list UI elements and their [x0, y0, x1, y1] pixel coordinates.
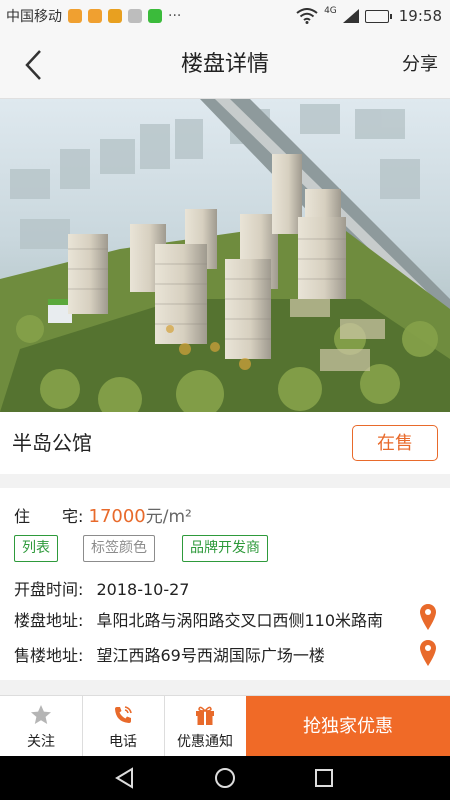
more-notifications-icon: ··· [168, 8, 182, 24]
estate-rendering-image [0, 99, 450, 412]
notification-app-icon [108, 9, 122, 23]
price-row: 住 宅: 17000元/m² [14, 502, 192, 527]
open-date-value: 2018-10-27 [96, 580, 190, 599]
phone-icon [115, 706, 132, 723]
location-pin-icon[interactable] [420, 604, 436, 630]
signal-icon [342, 9, 359, 23]
estate-details: 住 宅: 17000元/m² 列表 标签颜色 品牌开发商 开盘时间: 2018-… [0, 488, 450, 680]
status-bar: 中国移动 ··· 4G 19:58 [0, 0, 450, 32]
notification-app-icon [68, 9, 82, 23]
clock: 19:58 [398, 7, 442, 25]
phone-label: 电话 [109, 734, 137, 750]
wifi-icon [296, 8, 318, 24]
network-type: 4G [324, 6, 337, 16]
price-unit: 元/m² [145, 507, 192, 527]
nav-back-icon[interactable] [114, 767, 136, 789]
follow-button[interactable]: 关注 [0, 696, 83, 757]
tag-label-color: 标签颜色 [83, 535, 155, 562]
wechat-icon [148, 9, 162, 23]
estate-address-row: 楼盘地址: 阜阳北路与涡阳路交叉口西侧110米路南 [14, 607, 383, 631]
estate-header: 半岛公馆 在售 [0, 412, 450, 474]
battery-icon [364, 9, 392, 23]
tag-brand-developer: 品牌开发商 [182, 535, 268, 562]
estate-name: 半岛公馆 [12, 431, 92, 455]
discount-notice-button[interactable]: 优惠通知 [164, 696, 247, 757]
nav-home-icon[interactable] [214, 767, 236, 789]
system-nav-bar [0, 756, 450, 800]
tag-list: 列表 [14, 535, 58, 562]
phone-button[interactable]: 电话 [82, 696, 165, 757]
follow-label: 关注 [27, 734, 55, 750]
estate-address-label: 楼盘地址: [14, 611, 84, 630]
estate-address-value: 阜阳北路与涡阳路交叉口西侧110米路南 [96, 611, 384, 630]
sales-address-value: 望江西路69号西湖国际广场一楼 [96, 646, 325, 665]
header: 楼盘详情 分享 [0, 32, 450, 99]
share-button[interactable]: 分享 [402, 32, 438, 98]
location-pin-icon[interactable] [420, 640, 436, 666]
bottom-action-bar: 关注 电话 优惠通知 抢独家优惠 [0, 695, 450, 757]
star-icon [31, 705, 51, 724]
sales-address-label: 售楼地址: [14, 646, 84, 665]
wechat-icon [128, 9, 142, 23]
page-title: 楼盘详情 [180, 52, 269, 77]
grab-exclusive-offer-button[interactable]: 抢独家优惠 [246, 696, 450, 757]
discount-notice-label: 优惠通知 [177, 734, 233, 750]
sale-status-badge: 在售 [352, 425, 438, 461]
notification-app-icon [88, 9, 102, 23]
back-icon[interactable] [18, 48, 52, 82]
open-date-label: 开盘时间: [14, 580, 84, 599]
open-date-row: 开盘时间: 2018-10-27 [14, 576, 189, 600]
nav-recents-icon[interactable] [314, 768, 334, 788]
price-label: 住 宅: [14, 507, 84, 526]
gift-icon [196, 706, 214, 725]
price-value: 17000 [88, 506, 146, 527]
carrier-label: 中国移动 [6, 9, 62, 25]
sales-address-row: 售楼地址: 望江西路69号西湖国际广场一楼 [14, 642, 325, 666]
